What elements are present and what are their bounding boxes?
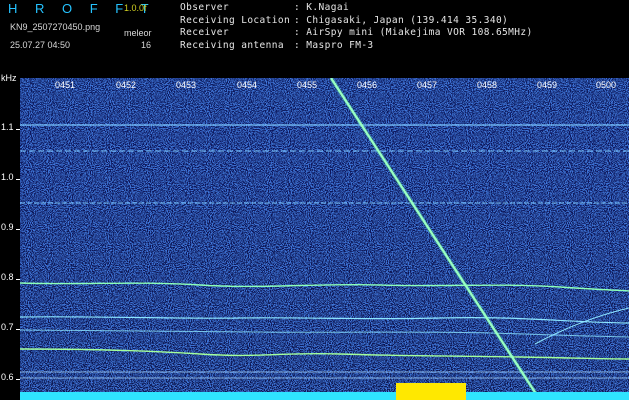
param-label: meleor: [124, 28, 152, 38]
header-panel: H R O F F T 1.0.0f KN9_2507270450.png me…: [0, 0, 629, 78]
y-tick: [16, 179, 20, 180]
spectrogram-noise: [20, 78, 629, 400]
x-tick-label: 0451: [55, 80, 76, 90]
y-tick-label: 1.1: [1, 122, 14, 132]
x-tick-label: 0456: [357, 80, 378, 90]
x-tick-label: 0457: [417, 80, 438, 90]
x-tick-label: 0454: [237, 80, 258, 90]
info-value: : Maspro FM-3: [294, 39, 374, 51]
bottom-band-peak: [396, 383, 466, 400]
bottom-band: [20, 392, 629, 400]
y-tick: [16, 129, 20, 130]
info-row-receiver: Receiver : AirSpy mini (Miakejima VOR 108…: [180, 27, 533, 40]
x-tick-label: 0458: [477, 80, 498, 90]
info-row-antenna: Receiving antenna : Maspro FM-3: [180, 40, 533, 53]
y-tick: [16, 229, 20, 230]
info-label: Receiver: [180, 27, 229, 39]
info-value: : K.Nagai: [294, 2, 350, 13]
x-tick-label: 0459: [537, 80, 558, 90]
y-tick-label: 0.7: [1, 322, 14, 332]
x-tick-label: 0500: [596, 80, 617, 90]
y-axis-unit: kHz: [1, 73, 17, 83]
spectrogram: [20, 78, 629, 400]
info-label: Observer: [180, 2, 229, 13]
file-name: KN9_2507270450.png: [10, 22, 101, 32]
y-tick: [16, 379, 20, 380]
info-row-observer: Observer : K.Nagai: [180, 2, 533, 15]
info-label: Receiving antenna: [180, 39, 285, 51]
y-tick: [16, 329, 20, 330]
info-value: : Chigasaki, Japan (139.414 35.340): [294, 14, 509, 26]
y-tick-label: 0.8: [1, 272, 14, 282]
y-tick-label: 0.9: [1, 222, 14, 232]
x-tick-label: 0455: [297, 80, 318, 90]
y-tick: [16, 279, 20, 280]
observation-info: Observer : K.Nagai Receiving Location: Ch…: [180, 2, 533, 52]
info-row-location: Receiving Location: Chigasaki, Japan (13…: [180, 15, 533, 28]
info-value: : AirSpy mini (Miakejima VOR 108.65MHz): [294, 27, 533, 39]
info-label: Receiving Location: [180, 14, 291, 26]
timestamp: 25.07.27 04:50: [10, 40, 71, 50]
y-tick-label: 1.0: [1, 172, 14, 182]
app-version: 1.0.0f: [124, 3, 147, 13]
y-tick-label: 0.6: [1, 372, 14, 382]
x-tick-label: 0452: [116, 80, 137, 90]
x-tick-label: 0453: [176, 80, 197, 90]
param-value: 16: [141, 40, 152, 50]
